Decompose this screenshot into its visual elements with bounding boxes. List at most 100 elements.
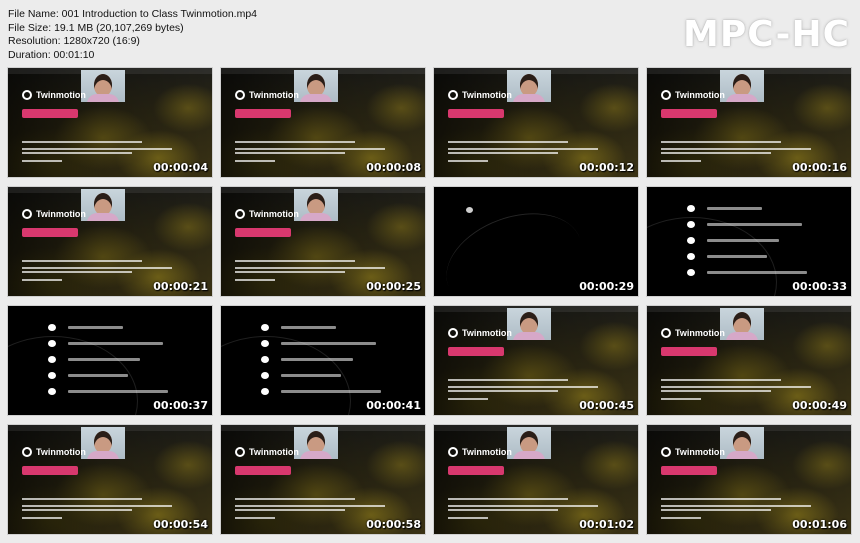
video-thumbnail[interactable]: Twinmotion 00:00:21 xyxy=(7,186,213,297)
agenda-text xyxy=(281,326,336,329)
presenter-body xyxy=(87,94,119,102)
presenter-head xyxy=(307,431,325,453)
timestamp-label: 00:00:33 xyxy=(792,280,847,293)
text-line xyxy=(22,271,132,273)
video-thumbnail[interactable]: Twinmotion 00:00:58 xyxy=(220,424,426,535)
agenda-item xyxy=(48,324,123,331)
presenter-body xyxy=(87,451,119,459)
agenda-item xyxy=(48,356,140,363)
text-line xyxy=(235,260,355,262)
presenter-head xyxy=(733,431,751,453)
twinmotion-brand: Twinmotion xyxy=(661,447,725,457)
presenter-head xyxy=(733,74,751,96)
bullet-dot-icon xyxy=(48,340,56,347)
presenter-body xyxy=(726,332,758,340)
video-thumbnail[interactable]: Twinmotion 00:00:49 xyxy=(646,305,852,416)
presenter-head xyxy=(94,74,112,96)
text-line xyxy=(448,498,568,500)
file-name-line: File Name: 001 Introduction to Class Twi… xyxy=(8,8,258,20)
webcam-overlay xyxy=(81,427,125,459)
download-button xyxy=(235,228,291,237)
agenda-item xyxy=(261,388,381,395)
agenda-item xyxy=(261,340,376,347)
agenda-text xyxy=(707,207,762,210)
text-line xyxy=(235,498,355,500)
presenter-body xyxy=(726,451,758,459)
bullet-dot-icon xyxy=(48,356,56,363)
file-info-panel: File Name: 001 Introduction to Class Twi… xyxy=(8,8,257,62)
video-thumbnail[interactable]: 00:00:33 xyxy=(646,186,852,297)
video-thumbnail[interactable]: Twinmotion 00:00:54 xyxy=(7,424,213,535)
twinmotion-brand: Twinmotion xyxy=(661,328,725,338)
video-thumbnail[interactable]: Twinmotion 00:01:06 xyxy=(646,424,852,535)
timestamp-label: 00:00:12 xyxy=(579,161,634,174)
text-line xyxy=(22,141,142,143)
text-line xyxy=(235,267,385,269)
agenda-text xyxy=(68,390,168,393)
webcam-overlay xyxy=(507,427,551,459)
video-thumbnail[interactable]: 00:00:37 xyxy=(7,305,213,416)
agenda-text xyxy=(281,358,353,361)
text-line xyxy=(661,141,781,143)
bullet-dot-icon xyxy=(261,340,269,347)
webcam-overlay xyxy=(81,70,125,102)
text-line xyxy=(448,148,598,150)
presenter-head xyxy=(307,74,325,96)
video-thumbnail[interactable]: Twinmotion 00:00:16 xyxy=(646,67,852,178)
bullet-dot-icon xyxy=(261,372,269,379)
text-line xyxy=(448,509,558,511)
agenda-item xyxy=(48,340,163,347)
agenda-text xyxy=(707,255,767,258)
video-thumbnail[interactable]: Twinmotion 00:00:08 xyxy=(220,67,426,178)
video-thumbnail[interactable]: Twinmotion 00:00:04 xyxy=(7,67,213,178)
agenda-text xyxy=(281,342,376,345)
agenda-text xyxy=(281,374,341,377)
bullet-dot-icon xyxy=(687,269,695,276)
timestamp-label: 00:01:02 xyxy=(579,518,634,531)
text-line xyxy=(22,517,62,519)
agenda-text xyxy=(707,223,802,226)
text-line xyxy=(22,279,62,281)
brand-label: Twinmotion xyxy=(36,209,86,219)
agenda-item xyxy=(261,356,353,363)
brand-label: Twinmotion xyxy=(249,447,299,457)
text-line xyxy=(235,148,385,150)
bullet-dot-icon xyxy=(261,356,269,363)
text-line xyxy=(661,379,781,381)
video-thumbnail[interactable]: Twinmotion 00:00:12 xyxy=(433,67,639,178)
timestamp-label: 00:00:37 xyxy=(153,399,208,412)
brand-label: Twinmotion xyxy=(462,90,512,100)
download-button xyxy=(448,466,504,475)
timestamp-label: 00:00:49 xyxy=(792,399,847,412)
presenter-head xyxy=(733,312,751,334)
timestamp-label: 00:00:29 xyxy=(579,280,634,293)
download-button xyxy=(22,109,78,118)
bullet-dot-icon xyxy=(48,324,56,331)
download-button xyxy=(661,347,717,356)
twinmotion-logo-icon xyxy=(235,447,245,457)
text-line xyxy=(661,498,781,500)
timestamp-label: 00:00:21 xyxy=(153,280,208,293)
file-size-line: File Size: 19.1 MB (20,107,269 bytes) xyxy=(8,21,184,34)
bullet-dot-icon xyxy=(48,388,56,395)
text-line xyxy=(235,152,345,154)
download-button xyxy=(448,109,504,118)
text-line xyxy=(661,152,771,154)
download-button xyxy=(661,109,717,118)
agenda-item xyxy=(687,237,779,244)
video-thumbnail[interactable]: Twinmotion 00:00:45 xyxy=(433,305,639,416)
presenter-body xyxy=(513,332,545,340)
video-thumbnail[interactable]: Twinmotion 00:00:25 xyxy=(220,186,426,297)
download-button xyxy=(22,228,78,237)
download-button xyxy=(235,466,291,475)
video-thumbnail[interactable]: 00:00:29 xyxy=(433,186,639,297)
brand-label: Twinmotion xyxy=(462,447,512,457)
webcam-overlay xyxy=(507,70,551,102)
video-thumbnail[interactable]: Twinmotion 00:01:02 xyxy=(433,424,639,535)
video-thumbnail[interactable]: 00:00:41 xyxy=(220,305,426,416)
bullet-dot-icon xyxy=(687,221,695,228)
text-line xyxy=(22,160,62,162)
download-button xyxy=(235,109,291,118)
twinmotion-logo-icon xyxy=(22,90,32,100)
timestamp-label: 00:00:41 xyxy=(366,399,421,412)
